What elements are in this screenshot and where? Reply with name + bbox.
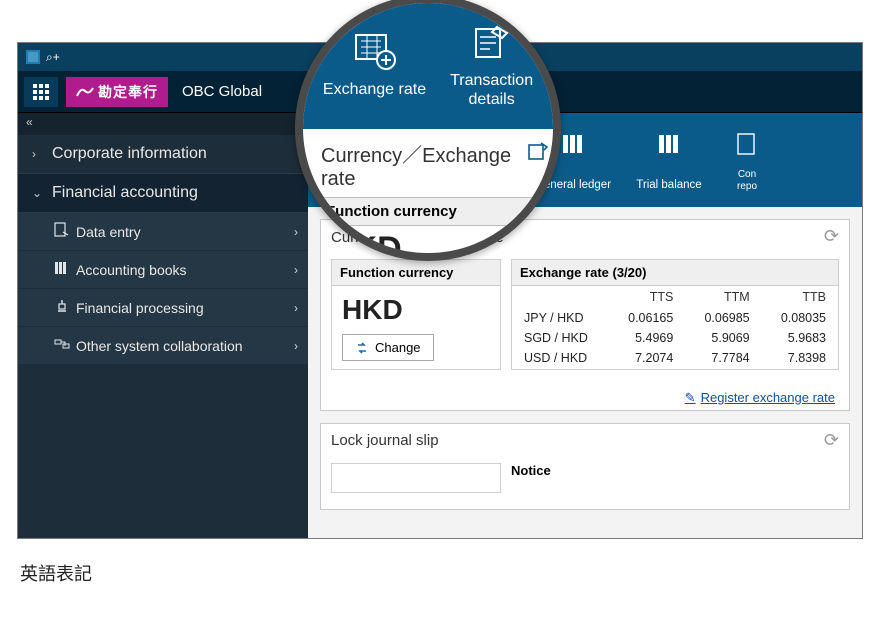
transaction-details-icon xyxy=(471,23,513,61)
sidebar-item-financial-accounting[interactable]: ⌄ Financial accounting xyxy=(18,174,308,213)
refresh-icon[interactable]: ⟳ xyxy=(824,226,839,247)
data-entry-icon xyxy=(54,222,76,241)
lock-journal-field[interactable] xyxy=(331,463,501,493)
change-button[interactable]: Change xyxy=(342,334,434,361)
tile-label: Conrepo xyxy=(737,169,757,193)
app-logo-icon xyxy=(26,50,40,64)
caption-text: 英語表記 xyxy=(20,560,92,586)
function-currency-value: HKD xyxy=(342,294,490,326)
sidebar-sub-label: Accounting books xyxy=(76,262,187,278)
chevron-right-icon: › xyxy=(294,301,298,315)
tile-label: Trial balance xyxy=(636,179,701,193)
col-ttm: TTM xyxy=(685,286,761,308)
collab-icon xyxy=(54,336,76,355)
sidebar-sub-label: Data entry xyxy=(76,224,141,240)
sidebar-sub-label: Other system collaboration xyxy=(76,338,243,354)
col-ttb: TTB xyxy=(762,286,838,308)
exchange-rate-box: Exchange rate (3/20) TTS TTM TTB JPY / H… xyxy=(511,259,839,370)
tile-label: Exchange rate xyxy=(323,80,426,99)
sidebar-sub-data-entry[interactable]: Data entry › xyxy=(18,213,308,251)
sidebar-item-label: Financial accounting xyxy=(52,184,198,202)
reports-icon xyxy=(735,129,759,159)
exchange-rate-tile-zoom: Exchange rate xyxy=(323,32,426,99)
edit-icon xyxy=(527,141,549,163)
panel-title: Lock journal slip xyxy=(331,432,439,449)
lens-tile-row: Exchange rate Transaction details xyxy=(303,3,553,129)
function-currency-head: Function currency xyxy=(332,260,500,286)
retweet-icon xyxy=(355,341,369,355)
product-name: OBC Global xyxy=(182,83,262,100)
chevron-down-icon: ⌄ xyxy=(32,186,46,200)
sidebar-collapse[interactable]: « xyxy=(18,113,308,135)
exchange-rate-head: Exchange rate (3/20) xyxy=(512,260,838,286)
sidebar-sub-financial-processing[interactable]: Financial processing › xyxy=(18,289,308,327)
exchange-rate-icon xyxy=(353,32,397,70)
general-ledger-icon xyxy=(559,129,587,159)
exchange-rate-table: TTS TTM TTB JPY / HKD0.061650.069850.080… xyxy=(512,286,838,368)
books-icon xyxy=(54,260,76,279)
refresh-icon[interactable]: ⟳ xyxy=(824,430,839,451)
magnifier-lens: Exchange rate Transaction details Curren… xyxy=(295,0,561,261)
notice-area: Notice xyxy=(511,463,839,493)
reports-tile[interactable]: Conrepo xyxy=(722,123,772,201)
function-currency-box: Function currency HKD Change xyxy=(331,259,501,370)
chevron-right-icon: › xyxy=(294,225,298,239)
lens-panel-title: Currency／Exchange rate xyxy=(317,139,539,191)
table-row: JPY / HKD0.061650.069850.08035 xyxy=(512,308,838,328)
transaction-details-tile-zoom: Transaction details xyxy=(450,23,533,109)
table-row: SGD / HKD5.49695.90695.9683 xyxy=(512,328,838,348)
table-header-row: TTS TTM TTB xyxy=(512,286,838,308)
app-grid-button[interactable] xyxy=(24,77,58,107)
tile-label: Transaction details xyxy=(450,71,533,109)
brand-logo: 勘定奉行 xyxy=(66,77,168,107)
trial-balance-tile[interactable]: Trial balance xyxy=(626,123,712,201)
register-exchange-rate-link[interactable]: ✎Register exchange rate xyxy=(321,384,849,410)
lock-journal-panel: Lock journal slip ⟳ Notice xyxy=(320,423,850,510)
sidebar-sub-label: Financial processing xyxy=(76,300,204,316)
notice-head: Notice xyxy=(511,463,839,482)
chevron-right-icon: › xyxy=(32,147,46,161)
chevron-right-icon: › xyxy=(294,339,298,353)
sidebar-sub-accounting-books[interactable]: Accounting books › xyxy=(18,251,308,289)
register-icon: ✎ xyxy=(685,390,696,405)
trial-balance-icon xyxy=(655,129,683,159)
sidebar-item-label: Corporate information xyxy=(52,145,207,163)
sidebar-item-corporate-information[interactable]: › Corporate information xyxy=(18,135,308,174)
table-row: USD / HKD7.20747.77847.8398 xyxy=(512,348,838,368)
processing-icon xyxy=(54,298,76,317)
lens-function-currency-box: Function currency HKD xyxy=(317,197,539,261)
sidebar: « › Corporate information ⌄ Financial ac… xyxy=(18,113,308,538)
titlebar-search-glyph[interactable]: ⌕+ xyxy=(46,50,60,65)
sidebar-sub-other-system-collaboration[interactable]: Other system collaboration › xyxy=(18,327,308,365)
chevron-right-icon: › xyxy=(294,263,298,277)
lens-fc-head: Function currency xyxy=(318,198,538,226)
grid-icon xyxy=(33,84,49,100)
brand-mark-icon xyxy=(76,85,94,99)
col-tts: TTS xyxy=(609,286,685,308)
